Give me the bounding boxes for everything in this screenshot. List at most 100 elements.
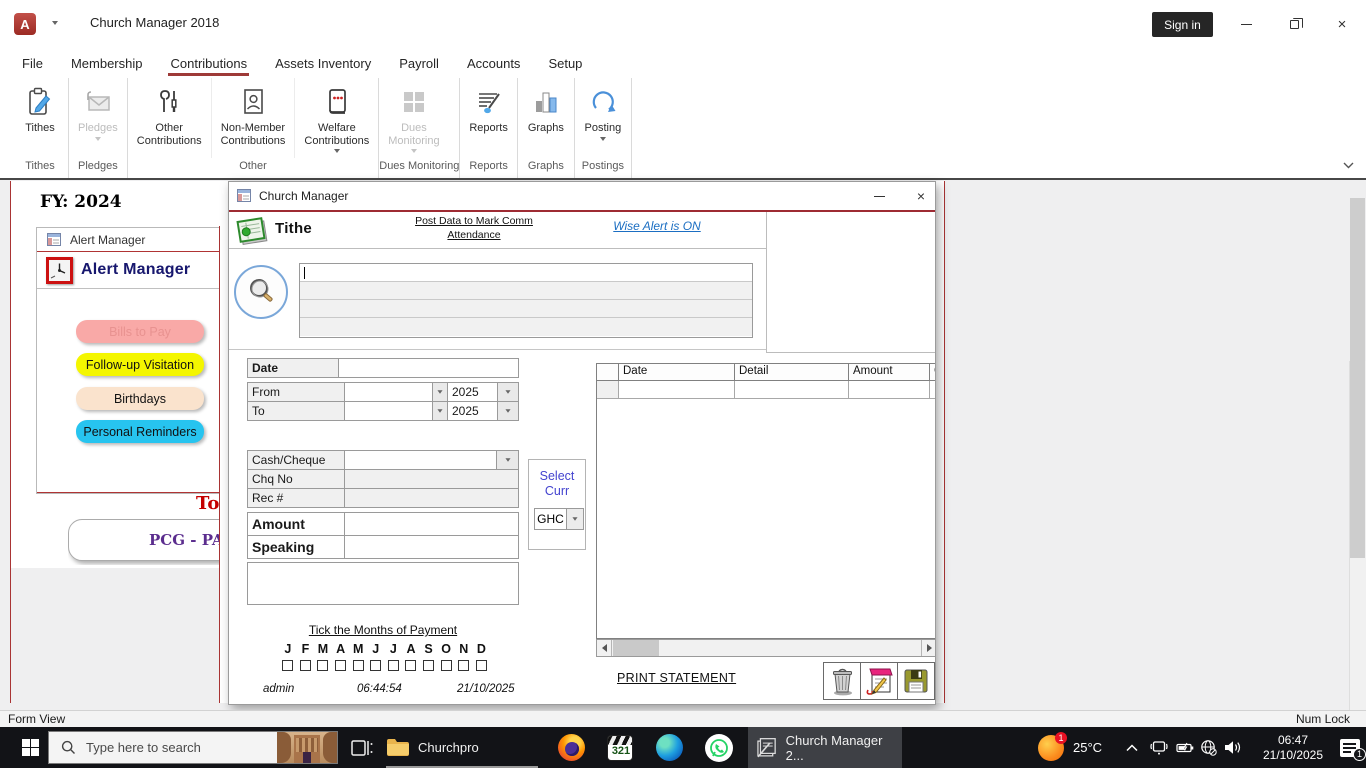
from-month-caret-icon[interactable] — [433, 383, 448, 401]
restore-button[interactable] — [1274, 10, 1314, 38]
tab-membership[interactable]: Membership — [69, 48, 145, 78]
from-month-select[interactable] — [345, 383, 433, 401]
table-hscrollbar[interactable] — [596, 639, 935, 657]
taskbar-church-manager-window[interactable]: Church Manager 2... — [748, 727, 902, 768]
welfare-contributions-button[interactable]: Welfare Contributions — [294, 78, 378, 158]
minimize-button[interactable] — [1226, 10, 1266, 38]
month-checkbox[interactable] — [475, 660, 487, 671]
month-checkbox[interactable] — [299, 660, 311, 671]
month-checkbox[interactable] — [458, 660, 470, 671]
taskbar-edge-icon[interactable] — [656, 727, 683, 768]
tray-chevron-icon[interactable] — [1126, 727, 1138, 768]
column-header-detail[interactable]: Detail — [735, 364, 849, 380]
to-year-select[interactable]: 2025 — [448, 402, 498, 420]
tithes-button[interactable]: Tithes — [12, 78, 68, 158]
from-year-select[interactable]: 2025 — [448, 383, 498, 401]
taskbar-whatsapp-icon[interactable] — [705, 727, 733, 768]
table-cell[interactable] — [735, 381, 849, 398]
tab-payroll[interactable]: Payroll — [397, 48, 441, 78]
rec-number-field[interactable] — [345, 489, 518, 507]
sign-in-button[interactable]: Sign in — [1152, 12, 1213, 37]
hscroll-thumb[interactable] — [613, 640, 659, 656]
save-record-button[interactable] — [897, 662, 935, 700]
dialog-close-button[interactable]: × — [905, 182, 935, 210]
currency-value[interactable]: GHC — [534, 508, 567, 530]
task-view-icon[interactable] — [348, 735, 376, 760]
other-contributions-button[interactable]: Other Contributions — [128, 78, 211, 158]
month-checkbox[interactable] — [423, 660, 435, 671]
list-row[interactable] — [300, 300, 752, 318]
posting-button[interactable]: Posting — [575, 78, 631, 158]
tab-assets-inventory[interactable]: Assets Inventory — [273, 48, 373, 78]
tab-accounts[interactable]: Accounts — [465, 48, 522, 78]
network-globe-icon[interactable] — [1200, 727, 1217, 768]
quick-access-caret-icon[interactable] — [52, 21, 58, 25]
taskbar-explorer-churchpro[interactable]: Churchpro — [386, 727, 479, 768]
personal-reminders-button[interactable]: Personal Reminders — [76, 420, 204, 443]
scroll-right-icon[interactable] — [921, 640, 935, 656]
column-header-date[interactable]: Date — [619, 364, 735, 380]
tab-contributions[interactable]: Contributions — [168, 48, 249, 78]
date-input[interactable] — [339, 359, 518, 377]
table-cell[interactable] — [619, 381, 735, 398]
amount-input[interactable] — [345, 513, 518, 535]
list-row[interactable] — [300, 318, 752, 336]
list-row[interactable] — [300, 282, 752, 300]
battery-icon[interactable] — [1176, 727, 1194, 768]
dues-monitoring-button[interactable]: Dues Monitoring — [379, 78, 448, 158]
row-selector-header[interactable] — [597, 364, 619, 380]
scroll-left-icon[interactable] — [597, 640, 612, 656]
pcg-button[interactable]: PCG - PA — [68, 519, 219, 561]
non-member-contributions-button[interactable]: Non-Member Contributions — [210, 78, 295, 158]
month-checkbox[interactable] — [317, 660, 329, 671]
row-selector[interactable] — [597, 381, 619, 398]
search-highlight-image[interactable] — [277, 732, 337, 763]
table-cell[interactable] — [849, 381, 930, 398]
birthdays-button[interactable]: Birthdays — [76, 387, 204, 410]
close-button[interactable]: × — [1322, 10, 1362, 38]
post-data-link[interactable]: Post Data to Mark Comm Attendance — [409, 214, 539, 242]
speaking-input[interactable] — [345, 536, 518, 558]
month-checkbox[interactable] — [282, 660, 294, 671]
print-statement-link[interactable]: PRINT STATEMENT — [617, 671, 736, 685]
pledges-button[interactable]: Pledges — [69, 78, 127, 158]
column-header-amount[interactable]: Amount — [849, 364, 930, 380]
tab-setup[interactable]: Setup — [546, 48, 584, 78]
taskbar-media-player-icon[interactable]: 321 — [607, 727, 633, 768]
month-checkbox[interactable] — [352, 660, 364, 671]
to-year-caret-icon[interactable] — [498, 402, 518, 420]
cash-cheque-caret-icon[interactable] — [497, 451, 518, 469]
memo-box[interactable] — [247, 562, 519, 605]
search-input-row[interactable] — [300, 264, 752, 282]
month-checkbox[interactable] — [335, 660, 347, 671]
wise-alert-link[interactable]: Wise Alert is ON — [603, 219, 711, 233]
ribbon-collapse-icon[interactable] — [1338, 157, 1358, 173]
chq-no-field[interactable] — [345, 470, 518, 488]
to-month-select[interactable] — [345, 402, 433, 420]
start-button[interactable] — [10, 727, 50, 768]
table-cell[interactable] — [930, 381, 935, 398]
reports-button[interactable]: Reports — [460, 78, 517, 158]
search-button[interactable] — [234, 265, 288, 319]
notification-center-icon[interactable]: 1 — [1340, 727, 1366, 768]
member-search-list[interactable] — [299, 263, 753, 338]
vscroll-thumb[interactable] — [1350, 198, 1365, 558]
edit-record-button[interactable] — [860, 662, 898, 700]
bills-to-pay-button[interactable]: Bills to Pay — [76, 320, 204, 343]
column-header-c[interactable]: C A — [930, 364, 935, 380]
taskbar-firefox-icon[interactable] — [558, 727, 585, 768]
month-checkbox[interactable] — [405, 660, 417, 671]
volume-icon[interactable] — [1224, 727, 1242, 768]
cash-cheque-select[interactable] — [345, 451, 497, 469]
month-checkbox[interactable] — [370, 660, 382, 671]
dialog-minimize-button[interactable] — [861, 182, 897, 210]
tab-file[interactable]: File — [20, 48, 45, 78]
month-checkbox[interactable] — [387, 660, 399, 671]
follow-up-visitation-button[interactable]: Follow-up Visitation — [76, 353, 204, 376]
clock-tray-item[interactable]: 06:47 21/10/2025 — [1252, 727, 1334, 768]
currency-caret-icon[interactable] — [567, 508, 584, 530]
graphs-button[interactable]: Graphs — [518, 78, 574, 158]
from-year-caret-icon[interactable] — [498, 383, 518, 401]
to-month-caret-icon[interactable] — [433, 402, 448, 420]
weather-tray-item[interactable]: 1 25°C — [1038, 727, 1102, 768]
